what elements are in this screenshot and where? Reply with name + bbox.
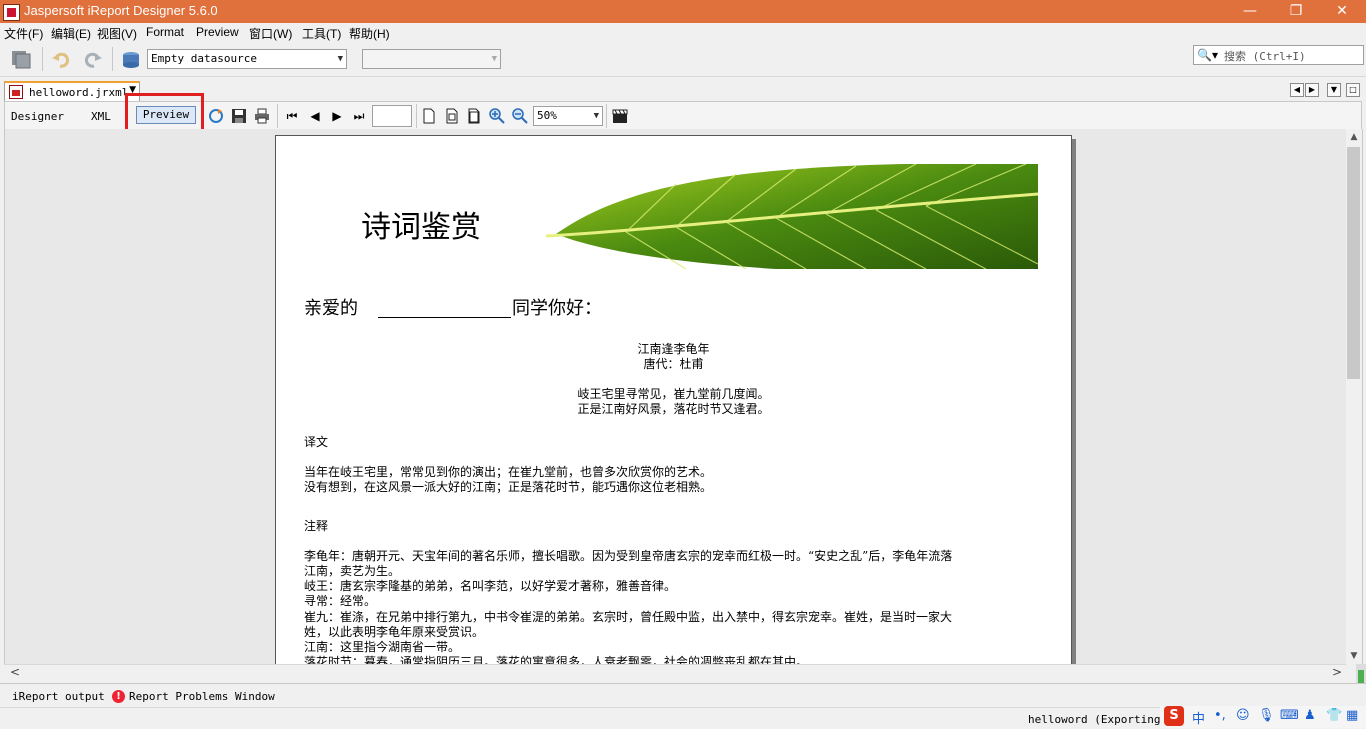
separator bbox=[606, 104, 607, 128]
tab-ireport-output[interactable]: iReport output bbox=[12, 690, 105, 703]
scroll-right-icon[interactable]: > bbox=[1332, 665, 1342, 679]
chevron-down-icon: ▼ bbox=[491, 54, 497, 64]
separator bbox=[42, 47, 43, 71]
horizontal-scrollbar[interactable]: < > bbox=[4, 664, 1346, 682]
grid-icon[interactable]: ▦ bbox=[1346, 708, 1358, 723]
first-page-icon[interactable]: ⏮ bbox=[284, 108, 300, 124]
title-bar: Jaspersoft iReport Designer 5.6.0 — ❐ ✕ bbox=[0, 0, 1366, 23]
page-number-input[interactable] bbox=[372, 105, 412, 127]
emoji-icon[interactable]: ☺ bbox=[1236, 708, 1250, 723]
scroll-left-icon[interactable]: ◀ bbox=[1290, 83, 1304, 97]
print-icon[interactable] bbox=[254, 108, 270, 124]
maximize-button[interactable]: ❐ bbox=[1273, 0, 1319, 23]
last-page-icon[interactable]: ⏭ bbox=[351, 108, 367, 124]
separator bbox=[416, 104, 417, 128]
datasource-select-value: Empty datasource bbox=[151, 52, 257, 65]
scroll-left-icon[interactable]: < bbox=[10, 665, 20, 679]
sogou-logo-icon[interactable]: S bbox=[1164, 706, 1184, 726]
chevron-down-icon: ▼ bbox=[337, 54, 343, 64]
menu-tools[interactable]: 工具(T) bbox=[302, 25, 341, 42]
skin-icon[interactable]: ♟ bbox=[1304, 708, 1316, 723]
report-page: 诗词鉴赏 亲爱的 同学你好： 江南逢李龟年 唐代：杜甫 岐王宅里寻常见，崔九堂前… bbox=[275, 135, 1072, 664]
tab-xml[interactable]: XML bbox=[91, 110, 111, 123]
datasource-icon[interactable] bbox=[120, 49, 142, 71]
note-line: 寻常：经常。 bbox=[304, 594, 377, 608]
scroll-right-icon[interactable]: ▶ bbox=[1305, 83, 1319, 97]
status-text: helloword (Exporting re bbox=[1028, 713, 1181, 726]
preview-canvas: 诗词鉴赏 亲爱的 同学你好： 江南逢李龟年 唐代：杜甫 岐王宅里寻常见，崔九堂前… bbox=[4, 129, 1347, 664]
report-title: 诗词鉴赏 bbox=[361, 210, 481, 245]
zoom-value: 50% bbox=[537, 109, 557, 122]
note-line: 李龟年：唐朝开元、天宝年间的著名乐师，擅长唱歌。因为受到皇帝唐玄宗的宠幸而红极一… bbox=[304, 549, 953, 563]
next-page-icon[interactable]: ▶ bbox=[329, 108, 345, 124]
undo-icon[interactable] bbox=[50, 48, 72, 70]
redo-icon[interactable] bbox=[82, 48, 104, 70]
fit-page-icon[interactable] bbox=[444, 108, 460, 124]
actual-size-icon[interactable] bbox=[421, 108, 437, 124]
menu-edit[interactable]: 编辑(E) bbox=[51, 25, 91, 42]
fit-width-icon[interactable] bbox=[466, 108, 482, 124]
name-blank-line bbox=[378, 317, 511, 318]
menu-view[interactable]: 视图(V) bbox=[97, 25, 137, 42]
jrxml-file-icon bbox=[9, 85, 23, 99]
shirt-icon[interactable]: 👕 bbox=[1326, 708, 1342, 723]
zoom-in-icon[interactable] bbox=[489, 108, 505, 124]
clapperboard-icon[interactable] bbox=[612, 108, 628, 124]
leaf-banner-image bbox=[546, 164, 1038, 269]
note-line: 落花时节：暮春，通常指阴历三月。落花的寓意很多，人衰老飘零，社会的凋弊丧乱都在其… bbox=[304, 655, 809, 664]
ime-language[interactable]: 中 bbox=[1192, 708, 1205, 727]
separator bbox=[112, 47, 113, 71]
vertical-scroll-thumb[interactable] bbox=[1347, 147, 1360, 379]
tab-designer[interactable]: Designer bbox=[11, 110, 64, 123]
save-icon[interactable] bbox=[231, 108, 247, 124]
menu-format[interactable]: Format bbox=[146, 25, 184, 39]
menu-file[interactable]: 文件(F) bbox=[4, 25, 43, 42]
app-icon bbox=[3, 4, 20, 21]
window-title: Jaspersoft iReport Designer 5.6.0 bbox=[24, 3, 218, 18]
poem-line-2: 正是江南好风景，落花时节又逢君。 bbox=[577, 402, 770, 416]
refresh-icon[interactable] bbox=[208, 108, 224, 124]
keyboard-icon[interactable]: ⌨ bbox=[1280, 708, 1299, 723]
poem-author: 唐代：杜甫 bbox=[643, 357, 704, 371]
error-icon: ! bbox=[112, 690, 125, 703]
chevron-down-icon: ▼ bbox=[593, 111, 599, 121]
menu-bar: 文件(F) 编辑(E) 视图(V) Format Preview 窗口(W) 工… bbox=[0, 23, 1366, 42]
tab-list-icon[interactable]: ▼ bbox=[1327, 83, 1341, 97]
scroll-down-icon[interactable]: ▼ bbox=[1346, 648, 1362, 664]
search-box[interactable]: 🔍▾ 搜索 (Ctrl+I) bbox=[1193, 45, 1364, 65]
menu-window[interactable]: 窗口(W) bbox=[249, 25, 292, 42]
prev-page-icon[interactable]: ◀ bbox=[307, 108, 323, 124]
secondary-select[interactable]: ▼ bbox=[362, 49, 501, 69]
translation-line-2: 没有想到，在这风景一派大好的江南；正是落花时节，能巧遇你这位老相熟。 bbox=[304, 480, 713, 494]
datasource-select[interactable]: Empty datasource ▼ bbox=[147, 49, 347, 69]
translation-heading: 译文 bbox=[304, 435, 329, 449]
minimize-button[interactable]: — bbox=[1227, 0, 1273, 23]
zoom-out-icon[interactable] bbox=[512, 108, 528, 124]
scroll-up-icon[interactable]: ▲ bbox=[1346, 129, 1362, 145]
ime-toolbar: S 中 •, ☺ 🎙 ⌨ ♟ 👕 ▦ bbox=[1160, 706, 1366, 728]
greeting-right: 同学你好： bbox=[512, 298, 602, 319]
zoom-select[interactable]: 50% ▼ bbox=[533, 106, 603, 126]
tab-report-problems[interactable]: Report Problems Window bbox=[129, 690, 275, 703]
menu-preview[interactable]: Preview bbox=[196, 25, 239, 39]
separator bbox=[277, 104, 278, 128]
search-placeholder: 搜索 (Ctrl+I) bbox=[1224, 50, 1306, 63]
greeting-left: 亲爱的 bbox=[304, 298, 358, 319]
notes-heading: 注释 bbox=[304, 519, 329, 533]
menu-help[interactable]: 帮助(H) bbox=[349, 25, 390, 42]
ime-punctuation[interactable]: •, bbox=[1214, 708, 1226, 723]
maximize-editor-icon[interactable]: □ bbox=[1346, 83, 1360, 97]
microphone-icon[interactable]: 🎙 bbox=[1258, 708, 1275, 723]
search-icon[interactable]: 🔍▾ bbox=[1197, 48, 1218, 62]
output-tabs: iReport output ! Report Problems Window bbox=[0, 683, 1366, 708]
close-button[interactable]: ✕ bbox=[1319, 0, 1365, 23]
document-tab[interactable]: helloword.jrxml ▼ bbox=[4, 81, 140, 101]
save-all-icon[interactable] bbox=[10, 48, 32, 70]
main-toolbar: Empty datasource ▼ ▼ bbox=[0, 43, 1366, 77]
document-tab-label: helloword.jrxml bbox=[29, 86, 129, 99]
vertical-scrollbar[interactable]: ▲ ▼ bbox=[1346, 129, 1363, 664]
